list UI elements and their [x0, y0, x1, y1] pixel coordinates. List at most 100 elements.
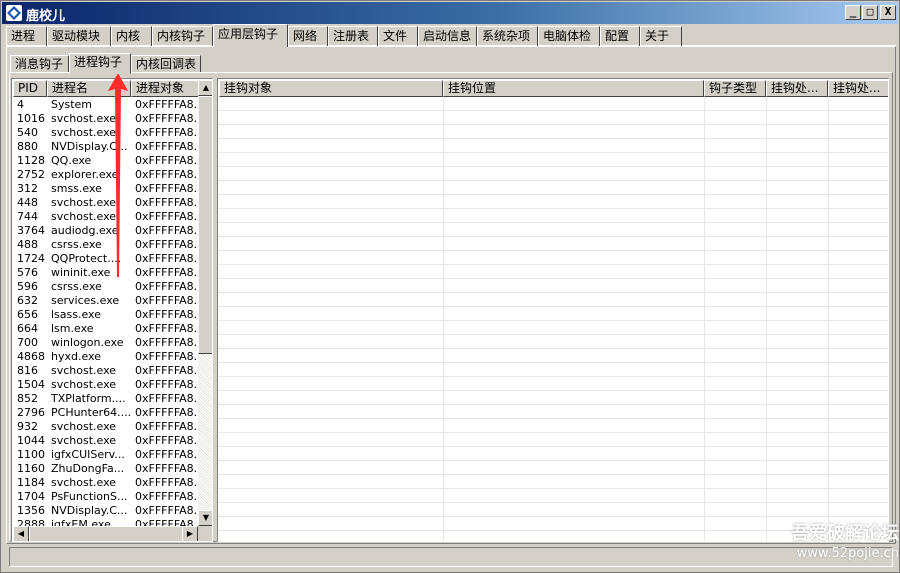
scroll-left-button[interactable]: ◀: [13, 526, 29, 541]
process-object-cell: 0xFFFFFA8...: [135, 238, 199, 251]
close-button[interactable]: X: [880, 5, 896, 20]
tab-process[interactable]: 进程: [6, 26, 47, 46]
process-object-cell: 0xFFFFFA8...: [135, 98, 199, 111]
vertical-scrollbar[interactable]: ▲ ▼: [198, 80, 212, 526]
process-object-cell: 0xFFFFFA8...: [135, 406, 199, 419]
vertical-scroll-thumb[interactable]: [198, 96, 212, 354]
process-name-cell: svchost.exe: [51, 420, 117, 433]
hook-details-grid[interactable]: 挂钩对象 挂钩位置 钩子类型 挂钩处... 挂钩处...: [217, 78, 889, 542]
process-name-cell: PsFunctionS...: [51, 490, 128, 503]
process-name-cell: igfxCUIServ...: [51, 448, 125, 461]
table-row[interactable]: 632 services.exe 0xFFFFFA8...: [13, 294, 199, 308]
scroll-right-button[interactable]: ▶: [182, 526, 198, 541]
process-name-cell: TXPlatform....: [51, 392, 126, 405]
annotation-arrow-icon: [108, 73, 128, 277]
table-row[interactable]: 1504 svchost.exe 0xFFFFFA8...: [13, 378, 199, 392]
pid-cell: 1356: [17, 504, 45, 517]
process-name-cell: hyxd.exe: [51, 350, 101, 363]
tab-files[interactable]: 文件: [378, 26, 418, 46]
table-row[interactable]: 1184 svchost.exe 0xFFFFFA8...: [13, 476, 199, 490]
table-row[interactable]: 1704 PsFunctionS... 0xFFFFFA8...: [13, 490, 199, 504]
tab-registry[interactable]: 注册表: [328, 26, 378, 46]
table-row[interactable]: 2796 PCHunter64.... 0xFFFFFA8...: [13, 406, 199, 420]
pid-cell: 1184: [17, 476, 45, 489]
table-row[interactable]: 1044 svchost.exe 0xFFFFFA8...: [13, 434, 199, 448]
horizontal-scroll-thumb[interactable]: [29, 526, 183, 541]
column-header-process-object[interactable]: 进程对象: [131, 80, 199, 97]
process-name-cell: ZhuDongFa...: [51, 462, 125, 475]
process-object-cell: 0xFFFFFA8...: [135, 252, 199, 265]
table-row[interactable]: 816 svchost.exe 0xFFFFFA8...: [13, 364, 199, 378]
grid-column-divider: [766, 97, 767, 541]
tab-system-misc[interactable]: 系统杂项: [477, 26, 538, 46]
process-object-cell: 0xFFFFFA8...: [135, 476, 199, 489]
tab-app-hooks[interactable]: 应用层钩子: [213, 24, 288, 47]
subtab-message-hooks[interactable]: 消息钩子: [10, 55, 69, 73]
process-object-cell: 0xFFFFFA8...: [135, 322, 199, 335]
table-row[interactable]: 700 winlogon.exe 0xFFFFFA8...: [13, 336, 199, 350]
table-row[interactable]: 1356 NVDisplay.C... 0xFFFFFA8...: [13, 504, 199, 518]
table-row[interactable]: 656 lsass.exe 0xFFFFFA8...: [13, 308, 199, 322]
table-row[interactable]: 4868 hyxd.exe 0xFFFFFA8...: [13, 350, 199, 364]
scrollbar-corner: [198, 526, 212, 541]
pid-cell: 816: [17, 364, 38, 377]
subtab-process-hooks[interactable]: 进程钩子: [69, 53, 131, 74]
column-header-hook-site-1[interactable]: 挂钩处...: [766, 80, 828, 97]
column-header-hook-object[interactable]: 挂钩对象: [219, 80, 443, 97]
table-row[interactable]: 932 svchost.exe 0xFFFFFA8...: [13, 420, 199, 434]
grid-column-divider: [704, 97, 705, 541]
pid-cell: 1704: [17, 490, 45, 503]
process-name-cell: csrss.exe: [51, 280, 102, 293]
process-object-cell: 0xFFFFFA8...: [135, 448, 199, 461]
pid-cell: 1504: [17, 378, 45, 391]
scroll-up-button[interactable]: ▲: [198, 80, 212, 96]
pid-cell: 4868: [17, 350, 45, 363]
column-header-hook-site-2[interactable]: 挂钩处...: [828, 80, 888, 97]
table-row[interactable]: 852 TXPlatform.... 0xFFFFFA8...: [13, 392, 199, 406]
tab-network[interactable]: 网络: [288, 26, 328, 46]
maximize-button[interactable]: □: [862, 5, 878, 20]
pid-cell: 664: [17, 322, 38, 335]
horizontal-scrollbar[interactable]: ◀ ▶: [13, 526, 198, 541]
tab-driver-modules[interactable]: 驱动模块: [47, 26, 111, 46]
process-object-cell: 0xFFFFFA8...: [135, 350, 199, 363]
table-row[interactable]: 664 lsm.exe 0xFFFFFA8...: [13, 322, 199, 336]
table-row[interactable]: 1160 ZhuDongFa... 0xFFFFFA8...: [13, 462, 199, 476]
process-name-cell: svchost.exe: [51, 434, 117, 447]
tab-startup[interactable]: 启动信息: [418, 26, 477, 46]
column-header-pid[interactable]: PID: [13, 80, 47, 97]
scroll-down-button[interactable]: ▼: [198, 510, 212, 526]
process-object-cell: 0xFFFFFA8...: [135, 504, 199, 517]
process-name-cell: svchost.exe: [51, 476, 117, 489]
table-row[interactable]: 596 csrss.exe 0xFFFFFA8...: [13, 280, 199, 294]
title-bar[interactable]: 鹿校儿 _ □ X: [2, 2, 898, 24]
column-header-hook-type[interactable]: 钩子类型: [704, 80, 766, 97]
tab-pc-check[interactable]: 电脑体检: [538, 26, 600, 46]
pid-cell: 4: [17, 98, 24, 111]
tab-kernel-hooks[interactable]: 内核钩子: [152, 26, 213, 46]
process-object-cell: 0xFFFFFA8...: [135, 462, 199, 475]
tab-kernel[interactable]: 内核: [111, 26, 152, 46]
process-object-cell: 0xFFFFFA8...: [135, 210, 199, 223]
process-name-cell: lsass.exe: [51, 308, 101, 321]
pid-cell: 2752: [17, 168, 45, 181]
column-header-hook-location[interactable]: 挂钩位置: [443, 80, 704, 97]
process-object-cell: 0xFFFFFA8...: [135, 224, 199, 237]
subtab-kernel-callbacks[interactable]: 内核回调表: [131, 55, 201, 73]
process-object-cell: 0xFFFFFA8...: [135, 336, 199, 349]
minimize-button[interactable]: _: [845, 5, 861, 20]
tab-config[interactable]: 配置: [600, 26, 640, 46]
pid-cell: 576: [17, 266, 38, 279]
process-name-cell: lsm.exe: [51, 322, 94, 335]
process-name-cell: PCHunter64....: [51, 406, 131, 419]
process-object-cell: 0xFFFFFA8...: [135, 294, 199, 307]
table-row[interactable]: 1100 igfxCUIServ... 0xFFFFFA8...: [13, 448, 199, 462]
process-object-cell: 0xFFFFFA8...: [135, 308, 199, 321]
pid-cell: 448: [17, 196, 38, 209]
window-title: 鹿校儿: [26, 9, 66, 24]
watermark-title: 吾爱破解论坛: [791, 523, 899, 544]
tab-about[interactable]: 关于: [640, 26, 682, 46]
process-name-cell: svchost.exe: [51, 364, 117, 377]
pid-cell: 632: [17, 294, 38, 307]
sub-tab-bar: 消息钩子 进程钩子 内核回调表: [10, 53, 310, 74]
